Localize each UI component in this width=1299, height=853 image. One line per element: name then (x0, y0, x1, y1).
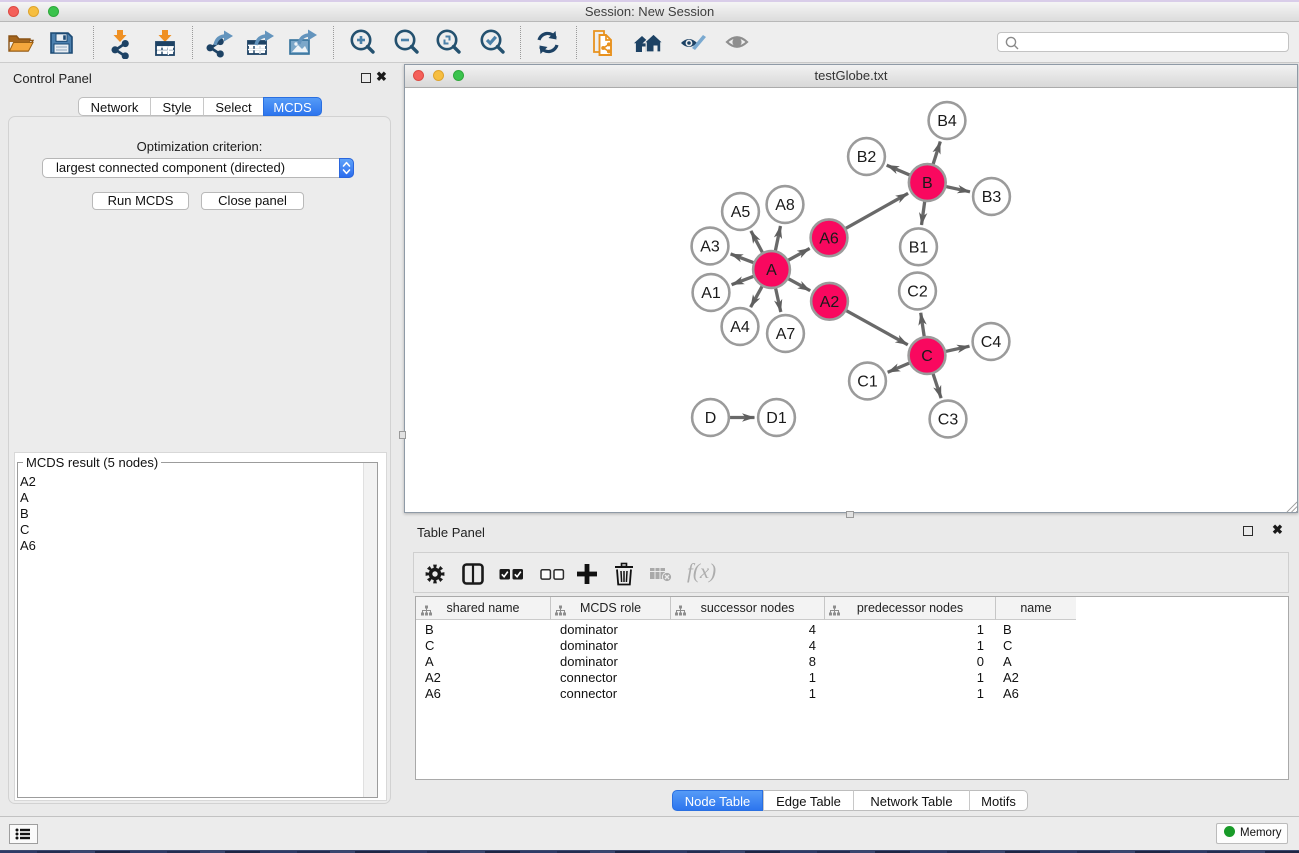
svg-text:A5: A5 (731, 204, 751, 221)
svg-text:B1: B1 (909, 239, 929, 256)
svg-text:A6: A6 (819, 230, 839, 247)
svg-text:B4: B4 (937, 113, 957, 130)
svg-text:D1: D1 (766, 410, 787, 427)
svg-text:C2: C2 (907, 284, 928, 301)
svg-text:A4: A4 (730, 319, 750, 336)
svg-text:C1: C1 (857, 374, 878, 391)
svg-text:A: A (766, 262, 777, 279)
svg-text:C: C (921, 348, 933, 365)
svg-text:B: B (922, 175, 933, 192)
svg-text:C3: C3 (938, 412, 959, 429)
svg-text:A7: A7 (776, 326, 796, 343)
svg-text:B3: B3 (982, 189, 1002, 206)
svg-text:B2: B2 (857, 149, 877, 166)
svg-text:A1: A1 (701, 285, 721, 302)
svg-text:C4: C4 (981, 334, 1002, 351)
svg-text:A8: A8 (775, 197, 795, 214)
svg-text:A2: A2 (820, 294, 840, 311)
svg-text:A3: A3 (700, 239, 720, 256)
svg-text:D: D (705, 410, 717, 427)
